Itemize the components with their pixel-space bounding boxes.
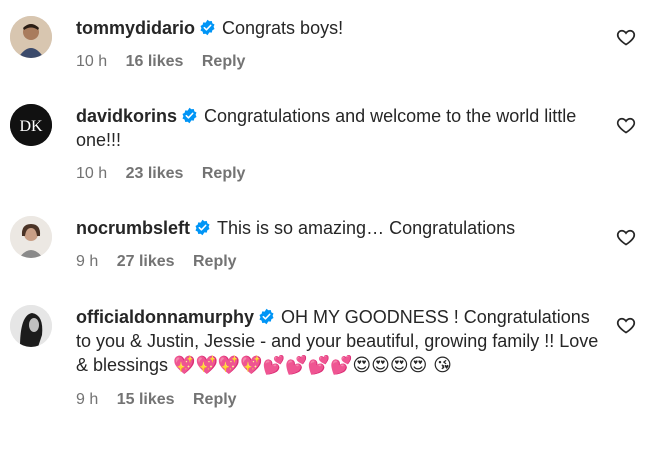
verified-badge-icon xyxy=(181,106,198,124)
verified-badge-icon xyxy=(194,218,211,236)
avatar[interactable]: DK xyxy=(10,104,52,146)
comment-time: 10 h xyxy=(76,165,108,182)
like-heart-icon[interactable] xyxy=(616,115,636,135)
comment-time: 9 h xyxy=(76,253,99,270)
comment-username[interactable]: officialdonnamurphy xyxy=(76,307,254,327)
verified-badge-icon xyxy=(258,307,275,325)
reply-button[interactable]: Reply xyxy=(193,253,237,270)
comment-likes[interactable]: 16 likes xyxy=(126,53,184,70)
comment-username[interactable]: tommydidario xyxy=(76,18,195,38)
reply-button[interactable]: Reply xyxy=(202,53,246,70)
verified-badge-icon xyxy=(199,18,216,36)
avatar-monogram: DK xyxy=(19,118,43,135)
comment-text: Congrats boys! xyxy=(222,18,344,38)
avatar[interactable] xyxy=(10,216,52,258)
reply-button[interactable]: Reply xyxy=(193,391,237,408)
comment-emojis: 💖💖💖💖💕💕💕💕😍😍😍😍 😘 xyxy=(173,355,452,376)
reply-button[interactable]: Reply xyxy=(202,165,246,182)
comment-time: 10 h xyxy=(76,53,108,70)
comment-text: This is so amazing… Congratulations xyxy=(217,218,516,238)
avatar[interactable] xyxy=(10,305,52,347)
comment-likes[interactable]: 27 likes xyxy=(117,253,175,270)
comment-username[interactable]: davidkorins xyxy=(76,106,177,126)
comment-username[interactable]: nocrumbsleft xyxy=(76,218,190,238)
avatar[interactable] xyxy=(10,16,52,58)
like-heart-icon[interactable] xyxy=(616,27,636,47)
like-heart-icon[interactable] xyxy=(616,227,636,247)
comment-likes[interactable]: 15 likes xyxy=(117,391,175,408)
comment-time: 9 h xyxy=(76,391,99,408)
like-heart-icon[interactable] xyxy=(616,315,636,335)
comment-likes[interactable]: 23 likes xyxy=(126,165,184,182)
